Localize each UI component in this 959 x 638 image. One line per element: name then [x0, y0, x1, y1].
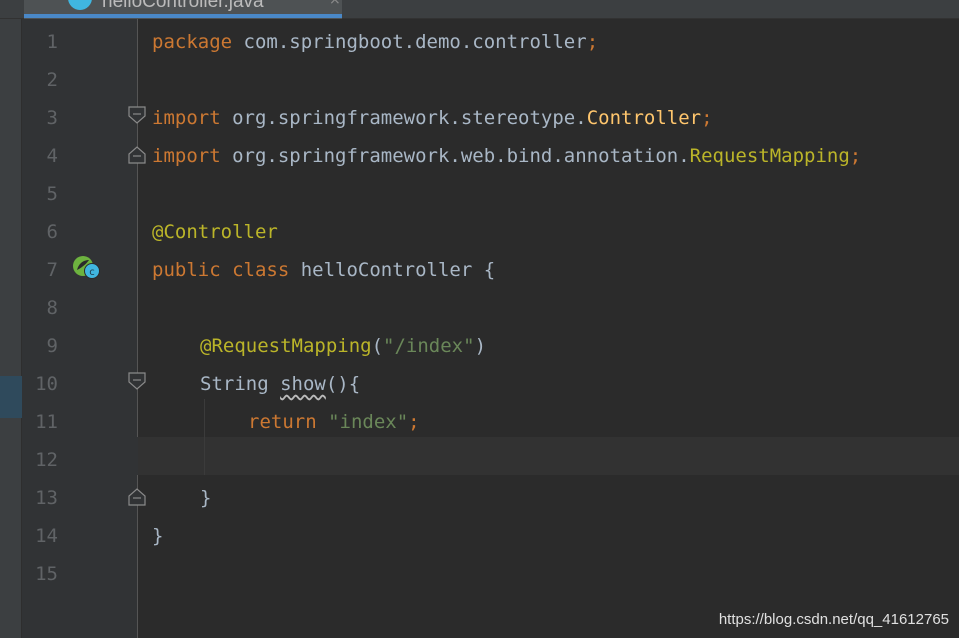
code-line-6[interactable]: @Controller: [152, 213, 278, 251]
semicolon: ;: [849, 145, 862, 167]
import-path: org.springframework.web.bind.annotation.: [220, 145, 690, 167]
fold-icon[interactable]: [128, 106, 146, 130]
method-signature: (){: [325, 373, 361, 395]
line-number: 1: [46, 31, 58, 53]
keyword: package: [152, 31, 233, 53]
line-number: 2: [46, 69, 58, 91]
fold-icon[interactable]: [128, 482, 146, 506]
line-number: 4: [46, 145, 58, 167]
paren: ): [474, 335, 487, 357]
line-number: 8: [46, 297, 58, 319]
class-declaration: helloController {: [289, 259, 496, 281]
line-number: 6: [46, 221, 58, 243]
caret-row-highlight: [138, 437, 959, 475]
active-tab-indicator: [24, 14, 342, 18]
keyword: public class: [152, 259, 290, 281]
code-line-3[interactable]: import org.springframework.stereotype.Co…: [152, 99, 713, 137]
line-number: 11: [35, 411, 58, 433]
scroll-position-marker: [0, 376, 22, 418]
closing-brace: }: [200, 487, 212, 509]
spring-bean-icon[interactable]: c: [72, 255, 102, 281]
keyword: import: [152, 145, 221, 167]
fold-icon[interactable]: [128, 372, 146, 396]
string-literal: "/index": [383, 335, 475, 357]
line-number: 14: [35, 525, 58, 547]
code-line-4[interactable]: import org.springframework.web.bind.anno…: [152, 137, 861, 175]
paren: (: [371, 335, 384, 357]
line-number: 13: [35, 487, 58, 509]
class-reference: Controller: [586, 107, 702, 129]
indent-guide: [204, 399, 205, 475]
line-number: 5: [46, 183, 58, 205]
annotation: @RequestMapping: [200, 335, 372, 357]
line-number: 15: [35, 563, 58, 585]
code-line-10[interactable]: String show(){: [200, 365, 360, 403]
semicolon: ;: [586, 31, 599, 53]
tab-label: helloController.java: [102, 0, 264, 12]
method-name: show: [280, 373, 326, 395]
semicolon: ;: [701, 107, 713, 129]
svg-text:c: c: [89, 267, 95, 278]
code-line-14[interactable]: }: [152, 517, 163, 555]
code-line-1[interactable]: package com.springboot.demo.controller;: [152, 23, 598, 61]
string-literal: "index": [316, 411, 409, 433]
java-class-icon: [68, 0, 92, 10]
left-tool-strip: [0, 19, 22, 638]
line-number: 9: [46, 335, 58, 357]
line-number: 10: [35, 373, 58, 395]
line-number: 7: [46, 259, 58, 281]
keyword: return: [248, 411, 317, 433]
line-number: 3: [46, 107, 58, 129]
close-icon[interactable]: ×: [329, 0, 341, 8]
class-reference: RequestMapping: [689, 145, 850, 167]
code-line-9[interactable]: @RequestMapping("/index"): [200, 327, 486, 365]
semicolon: ;: [408, 411, 420, 433]
code-line-11[interactable]: return "index";: [248, 403, 420, 441]
line-number: 12: [35, 449, 58, 471]
watermark-url: https://blog.csdn.net/qq_41612765: [718, 611, 949, 628]
keyword: import: [152, 107, 221, 129]
code-line-7[interactable]: public class helloController {: [152, 251, 495, 289]
annotation: @Controller: [152, 221, 278, 243]
return-type: String: [200, 373, 281, 395]
package-name: com.springboot.demo.controller: [232, 31, 587, 53]
closing-brace: }: [152, 525, 164, 547]
import-path: org.springframework.stereotype.: [220, 107, 587, 129]
code-line-13[interactable]: }: [200, 479, 211, 517]
fold-icon[interactable]: [128, 140, 146, 164]
editor-tab-bar: helloController.java ×: [0, 0, 959, 19]
